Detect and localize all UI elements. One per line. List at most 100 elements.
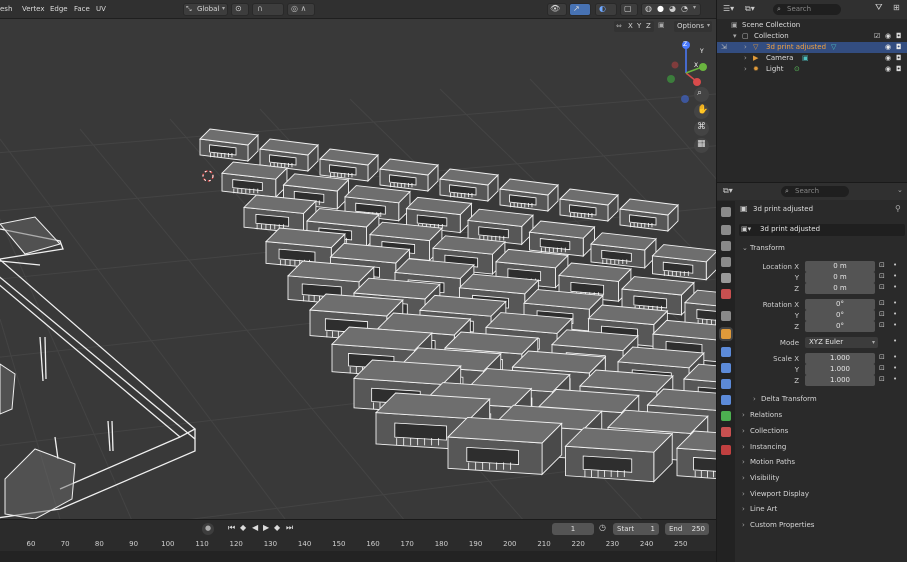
lock-icon[interactable]: ⊡ [879, 353, 885, 361]
camera-view-button[interactable]: ⌘ [694, 121, 709, 136]
new-collection-icon[interactable]: ⊞ [893, 3, 900, 12]
world-tab-icon[interactable] [721, 289, 731, 299]
camera-render-icon[interactable]: ◘ [896, 54, 902, 62]
solid-shading-icon[interactable]: ● [657, 4, 664, 13]
mirror-z[interactable]: Z [646, 22, 651, 30]
filter-view-icon[interactable]: ⧉▾ [745, 4, 755, 14]
material-tab-icon[interactable] [721, 427, 731, 437]
data-tab-icon[interactable] [721, 411, 731, 421]
outliner-item-camera[interactable]: › ▶ Camera ▣ ◉ ◘ [717, 53, 907, 64]
scene-tab-icon[interactable] [721, 273, 731, 283]
outliner-item-3d-print-adjusted[interactable]: ⇲ › ▽ 3d print adjusted ▽ ◉ ◘ [717, 42, 907, 53]
filter-icon[interactable]: ⛛ [875, 3, 883, 13]
keyframe-dot-icon[interactable]: • [893, 310, 897, 318]
object-tab-icon[interactable] [721, 329, 731, 339]
pin-icon[interactable]: ⚲ [895, 204, 901, 213]
properties-search-input[interactable]: ⌕ Search [781, 186, 849, 197]
physics-tab-icon[interactable] [721, 379, 731, 389]
start-frame-field[interactable]: Start 1 [613, 523, 659, 535]
rendered-shading-icon[interactable]: ◔ [681, 4, 688, 13]
mirror-y[interactable]: Y [637, 22, 641, 30]
shading-modes[interactable]: ◍ ● ◕ ◔ ▾ [641, 3, 701, 16]
render-tab-icon[interactable] [721, 225, 731, 235]
eye-icon[interactable]: ◉ [885, 43, 891, 51]
menu-uv[interactable]: UV [96, 5, 106, 13]
output-tab-icon[interactable] [721, 241, 731, 251]
object-name-field[interactable]: ▣▾ 3d print adjusted [739, 224, 905, 236]
gizmo-toggle[interactable]: ↗ [569, 3, 591, 16]
keyframe-dot-icon[interactable]: • [893, 261, 897, 269]
menu-face[interactable]: Face [74, 5, 90, 13]
transform-panel-header[interactable]: ⌄ Transform [742, 244, 785, 252]
modifier-tab-icon[interactable] [721, 347, 731, 357]
pivot-point-button[interactable]: ⊙ [231, 3, 249, 16]
keyframe-dot-icon[interactable]: • [893, 272, 897, 280]
view-layer-tab-icon[interactable] [721, 257, 731, 267]
outliner-search-input[interactable]: ⌕ Search [773, 4, 841, 15]
scale-y-field[interactable]: 1.000 [805, 364, 875, 375]
outliner-collection[interactable]: ▾ ▢ Collection ☑ ◉ ◘ [717, 31, 907, 42]
xray-toggle[interactable]: ▢ [620, 3, 638, 16]
eye-icon[interactable]: ◉ [885, 65, 891, 73]
keyframe-dot-icon[interactable]: • [893, 337, 897, 345]
custom-properties-header[interactable]: › Custom Properties [742, 521, 814, 529]
location-x-field[interactable]: 0 m [805, 261, 875, 272]
rotation-mode-dropdown[interactable]: XYZ Euler ▾ [805, 337, 878, 348]
delta-transform-header[interactable]: › Delta Transform [753, 395, 817, 403]
particles-tab-icon[interactable] [721, 363, 731, 373]
outliner-item-light[interactable]: › ✹ Light ⊙ ◉ ◘ [717, 64, 907, 75]
keyframe-dot-icon[interactable]: • [893, 321, 897, 329]
motion-paths-header[interactable]: › Motion Paths [742, 458, 795, 466]
constraints-tab-icon[interactable] [721, 395, 731, 405]
lock-icon[interactable]: ⊡ [879, 261, 885, 269]
scale-x-field[interactable]: 1.000 [805, 353, 875, 364]
perspective-toggle-button[interactable]: ▦ [694, 138, 709, 153]
overlay-toggle[interactable]: ◐ [595, 3, 617, 16]
menu-vertex[interactable]: Vertex [22, 5, 45, 13]
record-button[interactable]: ● [202, 523, 214, 535]
camera-render-icon[interactable]: ◘ [896, 32, 902, 40]
visibility-header[interactable]: › Visibility [742, 474, 779, 482]
rotation-y-field[interactable]: 0° [805, 310, 875, 321]
editor-type-icon[interactable]: ⧉▾ [723, 186, 733, 196]
proportional-edit-button[interactable]: ◎ ∧ [287, 3, 315, 16]
lock-icon[interactable]: ⊡ [879, 364, 885, 372]
collection-tab-icon[interactable] [721, 311, 731, 321]
eye-icon[interactable]: ◉ [885, 54, 891, 62]
keyframe-dot-icon[interactable]: • [893, 353, 897, 361]
menu-edge[interactable]: Edge [50, 5, 68, 13]
keyframe-dot-icon[interactable]: • [893, 299, 897, 307]
rotation-x-field[interactable]: 0° [805, 299, 875, 310]
lock-icon[interactable]: ⊡ [879, 272, 885, 280]
keyframe-dot-icon[interactable]: • [893, 375, 897, 383]
pan-button[interactable]: ✋ [694, 104, 709, 119]
relations-header[interactable]: › Relations [742, 411, 782, 419]
checkbox-icon[interactable]: ☑ [874, 32, 880, 40]
lock-icon[interactable]: ⊡ [879, 375, 885, 383]
texture-tab-icon[interactable] [721, 445, 731, 455]
camera-render-icon[interactable]: ◘ [896, 65, 902, 73]
lock-icon[interactable]: ⊡ [879, 310, 885, 318]
orientation-dropdown[interactable]: ⤡ Global ▾ [183, 3, 228, 16]
tool-tab-icon[interactable] [721, 207, 731, 217]
keyframe-dot-icon[interactable]: • [893, 364, 897, 372]
rotation-z-field[interactable]: 0° [805, 321, 875, 332]
eye-icon[interactable]: ◉ [885, 32, 891, 40]
play-reverse-icon[interactable]: ◀ [252, 523, 258, 532]
lock-icon[interactable]: ⊡ [879, 321, 885, 329]
next-keyframe-icon[interactable]: ◆ [274, 523, 280, 532]
visibility-dropdown[interactable]: 👁 [547, 3, 567, 16]
line-art-header[interactable]: › Line Art [742, 505, 777, 513]
display-mode-icon[interactable]: ☰▾ [723, 4, 734, 13]
timeline-track[interactable] [0, 551, 716, 562]
mirror-x[interactable]: X [628, 22, 633, 30]
jump-end-icon[interactable]: ⏭ [286, 523, 293, 533]
current-frame-field[interactable]: 1 [552, 523, 594, 535]
lock-icon[interactable]: ⊡ [879, 299, 885, 307]
jump-start-icon[interactable]: ⏮ [228, 523, 235, 533]
outliner-scene-collection[interactable]: ▣ Scene Collection [717, 20, 907, 31]
camera-render-icon[interactable]: ◘ [896, 43, 902, 51]
material-shading-icon[interactable]: ◕ [669, 4, 676, 13]
lock-icon[interactable]: ⊡ [879, 283, 885, 291]
location-y-field[interactable]: 0 m [805, 272, 875, 283]
